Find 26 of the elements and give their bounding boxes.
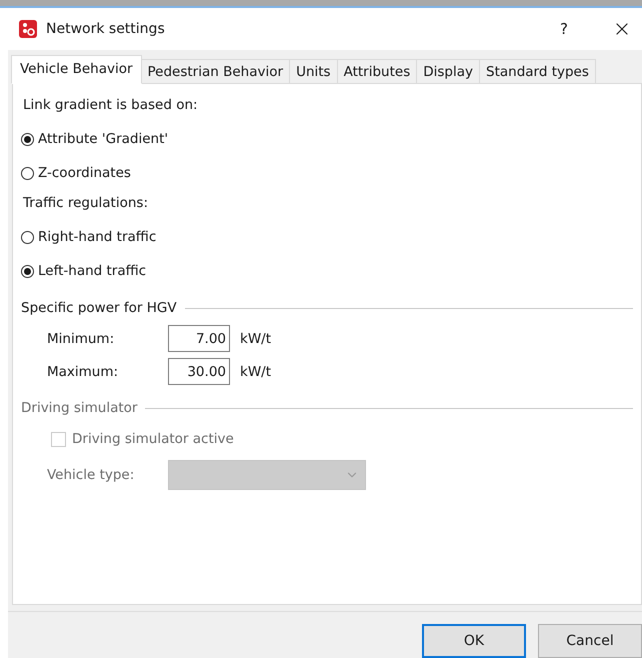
- section-title: Driving simulator: [21, 400, 138, 416]
- input-field[interactable]: 7.00: [168, 325, 230, 352]
- radio-button[interactable]: [21, 230, 34, 244]
- help-button[interactable]: ?: [560, 20, 568, 38]
- input-field[interactable]: 30.00: [168, 358, 230, 385]
- tab[interactable]: Vehicle Behavior: [11, 55, 142, 84]
- field-label: Minimum:: [47, 330, 116, 346]
- radio-label[interactable]: Z-coordinates: [38, 165, 131, 181]
- app-icon: [18, 19, 38, 39]
- radio-label[interactable]: Attribute 'Gradient': [38, 131, 168, 147]
- radio-label[interactable]: Right-hand traffic: [38, 229, 156, 245]
- unit-label: kW/t: [240, 330, 272, 346]
- tab[interactable]: Standard types: [479, 59, 596, 84]
- radio-button[interactable]: [21, 132, 34, 146]
- dialog-button[interactable]: OK: [422, 624, 526, 658]
- field-label: Maximum:: [47, 364, 120, 380]
- group-label: Traffic regulations:: [22, 194, 150, 213]
- field-label: Vehicle type:: [47, 467, 134, 483]
- unit-label: kW/t: [240, 364, 272, 380]
- group-label: Link gradient is based on:: [22, 96, 199, 115]
- radio-button[interactable]: [21, 264, 34, 278]
- dialog-button[interactable]: Cancel: [538, 624, 642, 658]
- window-title: Network settings: [46, 21, 166, 37]
- radio-button[interactable]: [21, 166, 34, 180]
- section-title: Specific power for HGV: [21, 300, 177, 316]
- radio-label[interactable]: Left-hand traffic: [38, 263, 146, 279]
